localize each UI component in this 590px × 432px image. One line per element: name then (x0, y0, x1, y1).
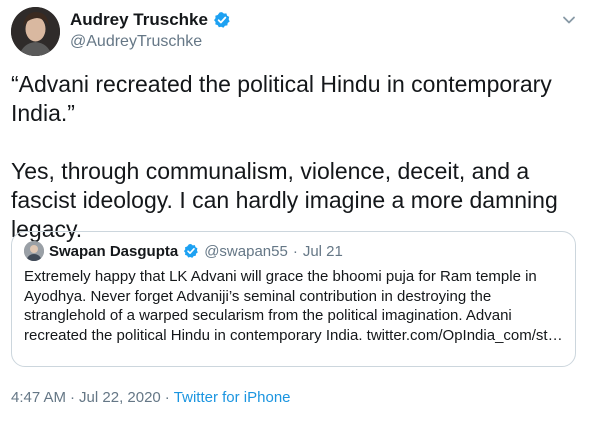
quoted-separator: · (292, 242, 298, 260)
tweet-card: Audrey Truschke @AudreyTruschke “Advani … (0, 0, 590, 432)
meta-separator: · (164, 389, 170, 406)
author-handle[interactable]: @AudreyTruschke (70, 33, 202, 51)
tweet-time[interactable]: 4:47 AM (11, 389, 66, 406)
verified-badge-icon (213, 11, 231, 29)
quoted-verified-badge-icon (183, 243, 199, 259)
quoted-author-handle: @swapan55 (204, 242, 288, 260)
quoted-author-name: Swapan Dasgupta (49, 242, 179, 260)
chevron-down-icon[interactable] (561, 12, 577, 28)
quoted-tweet-text: Extremely happy that LK Advani will grac… (24, 268, 563, 344)
quoted-tweet[interactable]: Swapan Dasgupta @swapan55 · Jul 21 Extre… (11, 231, 576, 367)
author-name[interactable]: Audrey Truschke (70, 10, 208, 30)
quoted-date: Jul 21 (302, 242, 343, 260)
quoted-tweet-header: Swapan Dasgupta @swapan55 · Jul 21 (24, 241, 343, 261)
author-avatar-image (11, 7, 60, 56)
author-avatar[interactable] (11, 7, 60, 56)
tweet-date[interactable]: Jul 22, 2020 (79, 389, 161, 406)
meta-separator: · (70, 389, 76, 406)
tweet-text: “Advani recreated the political Hindu in… (11, 71, 558, 242)
tweet-meta: 4:47 AM · Jul 22, 2020 · Twitter for iPh… (11, 389, 291, 406)
quoted-author-avatar (24, 241, 44, 261)
tweet-source-link[interactable]: Twitter for iPhone (174, 389, 291, 406)
author-name-row: Audrey Truschke (70, 10, 231, 30)
